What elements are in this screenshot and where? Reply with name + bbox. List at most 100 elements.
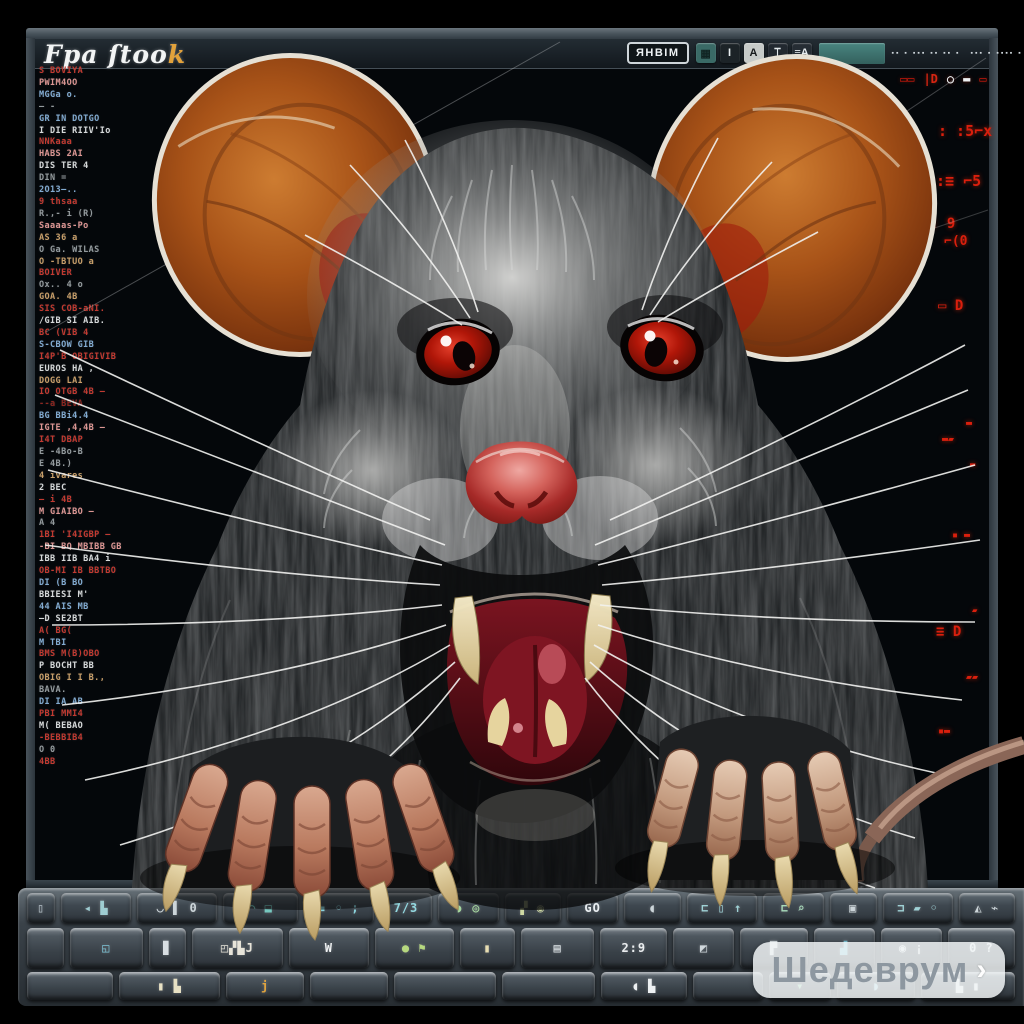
keyboard-key[interactable]: ● ⚑	[375, 928, 454, 968]
keyboard-key[interactable]: ⊐ ▰ ◦	[883, 893, 953, 923]
logo-accent: k	[168, 40, 186, 69]
toolbar-button[interactable]: ⟙	[768, 43, 788, 63]
key-glyph: ⊐ ▰ ◦	[897, 901, 938, 915]
key-glyph: ◱	[102, 941, 110, 955]
keyboard-key[interactable]: ▊	[149, 928, 186, 968]
keyboard-key[interactable]: ▤	[521, 928, 594, 968]
red-readout: ≡ D	[936, 624, 961, 640]
code-line: P BOCHT BB	[39, 661, 189, 673]
code-line: --a BEVA	[39, 399, 189, 411]
keyboard-key[interactable]: ◠ ⬓	[223, 893, 298, 923]
red-readout: ▪▬	[938, 726, 950, 737]
code-line: — i 4B	[39, 495, 189, 507]
keyboard-key[interactable]	[394, 972, 495, 1000]
code-line: OB-MI IB BBTBO	[39, 566, 189, 578]
status-icon: ▭	[979, 72, 986, 86]
code-line: M( BEBAO	[39, 721, 189, 733]
code-line: I4P'B OBIGIVIB	[39, 352, 189, 364]
keyboard-key[interactable]: W	[289, 928, 368, 968]
key-glyph: ◭ ⌁	[975, 901, 1000, 915]
toolbar-name-box[interactable]: ЯНВIМ	[627, 42, 689, 64]
code-line: SIS COB-aNI.	[39, 304, 189, 316]
key-glyph: ▣	[849, 901, 857, 915]
code-line: BAVA.	[39, 685, 189, 697]
keyboard-key[interactable]: ◗ ◎	[438, 893, 499, 923]
keyboard-key[interactable]: ◩	[673, 928, 734, 968]
key-glyph: ⊏ ⌕	[781, 901, 806, 915]
key-glyph: ◡ ▌ 0	[157, 901, 198, 915]
keyboard-key[interactable]	[27, 928, 64, 968]
keyboard-key[interactable]: ⊏ ▯ ↑	[687, 893, 757, 923]
status-icon: |D	[923, 72, 937, 86]
key-glyph: 2:9	[621, 941, 646, 955]
watermark-chevron-icon: ›	[976, 953, 986, 987]
code-line: 2O13—..	[39, 185, 189, 197]
toolbar-dash-group: ▪▪ ▪ ▪▪▪ ▪▪ ▪▪ ▪▪▪▪ ▪ ▪▪▪▪ ▪	[892, 50, 1023, 57]
code-line: AS 36 a	[39, 233, 189, 245]
toolbar-button[interactable]: A	[744, 43, 764, 63]
key-glyph: ◩	[700, 941, 708, 955]
keyboard-key[interactable]: ◖	[624, 893, 680, 923]
code-line: OBIG I I B.,	[39, 673, 189, 685]
code-line: -BI BQ MBIBB GB	[39, 542, 189, 554]
keyboard-key[interactable]	[27, 972, 113, 1000]
key-glyph: ▮ ▙	[157, 979, 182, 993]
key-glyph: ● ⚑	[402, 941, 427, 955]
keyboard-key[interactable]: GO	[567, 893, 619, 923]
keyboard-key[interactable]: j	[226, 972, 304, 1000]
code-line: Ox.. 4 o	[39, 280, 189, 292]
code-line: 44 AIS MB	[39, 602, 189, 614]
keyboard-key[interactable]	[310, 972, 388, 1000]
code-line: PBI MMI4	[39, 709, 189, 721]
key-glyph: ◖ ▙	[632, 979, 657, 993]
red-readout: : :5⌐x	[938, 122, 992, 140]
red-readout: ⌐(0	[944, 234, 967, 249]
code-line: O 0	[39, 745, 189, 757]
key-glyph: 7/3	[394, 901, 419, 915]
code-line: DOGG LAI	[39, 376, 189, 388]
keyboard-key[interactable]: 2:9	[600, 928, 667, 968]
code-line: HABS 2AI	[39, 149, 189, 161]
status-icon: ▭▭	[900, 72, 914, 86]
keyboard-key[interactable]: 7/3	[380, 893, 432, 923]
keyboard-key[interactable]: ◖ ▙	[601, 972, 687, 1000]
code-line: BBIESI M'	[39, 590, 189, 602]
code-line: IBB IIB BA4 i	[39, 554, 189, 566]
code-line: M GIAIBO —	[39, 507, 189, 519]
keyboard-key[interactable]	[502, 972, 596, 1000]
toolbar-button-group: ▦IA⟙≡A	[696, 43, 812, 63]
code-line: 1BI 'I4IGBP —	[39, 530, 189, 542]
keyboard-key[interactable]: ▮ ▙	[119, 972, 220, 1000]
code-line: E 4B.)	[39, 459, 189, 471]
toolbar-button[interactable]: ≡A	[792, 43, 812, 63]
keyboard-key[interactable]: ◭ ⌁	[959, 893, 1015, 923]
code-line: O -TBTUO a	[39, 257, 189, 269]
code-line: 4 ivares	[39, 471, 189, 483]
keyboard-key[interactable]: ▣	[830, 893, 877, 923]
code-line: DIS TER 4	[39, 161, 189, 173]
red-readout: :≡ ⌐5	[936, 172, 981, 190]
keyboard-key[interactable]: ◱	[70, 928, 143, 968]
code-line: I DIE RIIV'Io	[39, 126, 189, 138]
logo: Fpa ſtook	[44, 40, 186, 69]
keyboard-key[interactable]: ◡ ▌ 0	[137, 893, 217, 923]
key-glyph: ◰▞▙J	[221, 941, 254, 955]
code-line: O Ga. WILAS	[39, 245, 189, 257]
red-readout: ▬	[966, 418, 972, 429]
key-glyph: ◠ ⬓	[248, 901, 273, 915]
toolbar-button[interactable]: ▦	[696, 43, 716, 63]
code-line: DI IA AB	[39, 697, 189, 709]
key-glyph: ▪ ◦ ;	[319, 901, 360, 915]
watermark-text: Шедеврум	[772, 949, 969, 991]
keyboard-key[interactable]: ▯	[27, 893, 55, 923]
code-line: BMS M(B)OBO	[39, 649, 189, 661]
toolbar-blank-button[interactable]	[819, 43, 885, 64]
keyboard-key[interactable]: ◂ ▙	[61, 893, 131, 923]
keyboard-key[interactable]: ▪ ◦ ;	[304, 893, 374, 923]
keyboard-key[interactable]: ▮	[460, 928, 515, 968]
toolbar-button[interactable]: I	[720, 43, 740, 63]
keyboard-key[interactable]: ▞ ◉	[505, 893, 561, 923]
keyboard-key[interactable]: ◰▞▙J	[192, 928, 284, 968]
keyboard-key[interactable]: ⊏ ⌕	[763, 893, 824, 923]
code-line: —D SE2BT	[39, 614, 189, 626]
